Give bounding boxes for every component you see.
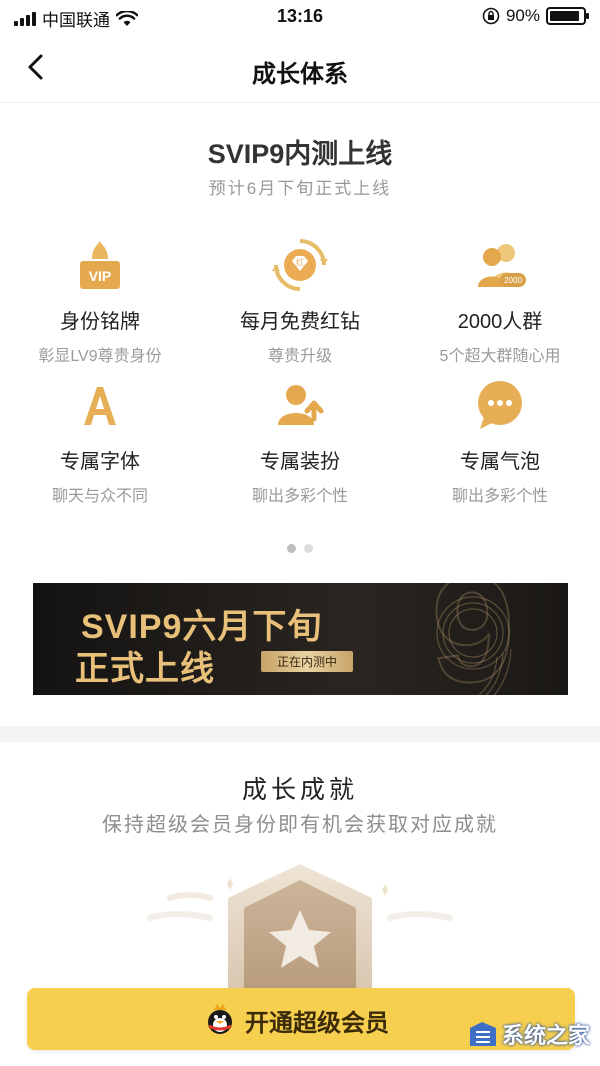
- dress-up-icon: [278, 385, 324, 425]
- carousel-dot[interactable]: [304, 544, 313, 553]
- feature-bubble[interactable]: 专属气泡 聊出多彩个性: [400, 375, 600, 506]
- open-svip-label: 开通超级会员: [245, 1010, 389, 1037]
- feature-desc: 尊贵升级: [267, 348, 332, 365]
- banner-tag: 正在内测中: [261, 651, 354, 672]
- feature-dress-up[interactable]: 专属装扮 聊出多彩个性: [200, 375, 400, 506]
- feature-desc: 聊出多彩个性: [251, 488, 348, 505]
- achievement-medal-icon[interactable]: [0, 858, 600, 988]
- feature-name: 身份铭牌: [60, 311, 140, 333]
- feature-desc: 彰显LV9尊贵身份: [38, 348, 162, 365]
- feature-name: 专属气泡: [460, 451, 540, 473]
- feature-desc: 聊出多彩个性: [451, 488, 548, 505]
- site-watermark: 系统之家: [468, 1018, 590, 1050]
- status-bar: 中国联通 13:16 90%: [0, 0, 600, 34]
- achievements-title: 成长成就: [241, 776, 358, 804]
- svip9-banner[interactable]: 9 SVIP9六月下旬 正式上线 正在内测中: [33, 583, 568, 695]
- carousel-dots: [0, 540, 600, 558]
- svg-text:2000: 2000: [504, 276, 522, 285]
- feature-name: 2000人群: [457, 311, 543, 333]
- feature-nameplate[interactable]: VIP 身份铭牌 彰显LV9尊贵身份: [0, 235, 200, 366]
- feature-desc: 5个超大群随心用: [439, 348, 561, 365]
- feature-font[interactable]: 专属字体 聊天与众不同: [0, 375, 200, 506]
- watermark-text: 系统之家: [501, 1023, 590, 1048]
- watermark-logo-icon: [469, 1022, 496, 1046]
- banner-nine-glyph: 9: [431, 583, 514, 695]
- feature-red-diamond[interactable]: 红 每月免费红钻 尊贵升级: [200, 235, 400, 366]
- achievements-subtitle: 保持超级会员身份即有机会获取对应成就: [102, 814, 498, 836]
- page-title: 成长体系: [252, 61, 348, 88]
- feature-name: 每月免费红钻: [240, 311, 360, 333]
- feature-name: 专属字体: [60, 451, 140, 473]
- feature-desc: 聊天与众不同: [51, 488, 148, 505]
- font-a-icon: [84, 387, 116, 425]
- chat-bubble-icon: [478, 381, 522, 429]
- status-right: 90%: [482, 6, 589, 26]
- feature-name: 专属装扮: [260, 451, 340, 473]
- section-divider: [0, 726, 600, 742]
- red-diamond-icon: 红: [272, 239, 328, 291]
- carousel-dot-active[interactable]: [287, 544, 296, 553]
- svip-title: SVIP9内测上线: [207, 139, 393, 169]
- battery-percent: 90%: [505, 6, 540, 25]
- orientation-lock-icon: [482, 7, 500, 25]
- feature-group[interactable]: 2000 2000人群 5个超大群随心用: [400, 235, 600, 366]
- battery-icon: [546, 7, 589, 25]
- vip-nameplate-icon: VIP: [80, 241, 120, 289]
- svg-text:VIP: VIP: [89, 268, 112, 284]
- nav-bar: 成长体系: [0, 34, 600, 103]
- svip-subtitle: 预计6月下旬正式上线: [208, 179, 392, 198]
- banner-line2: 正式上线: [75, 650, 215, 688]
- svg-text:红: 红: [296, 257, 304, 267]
- penguin-crown-icon: [208, 1004, 232, 1034]
- group-2000-icon: 2000: [478, 244, 526, 287]
